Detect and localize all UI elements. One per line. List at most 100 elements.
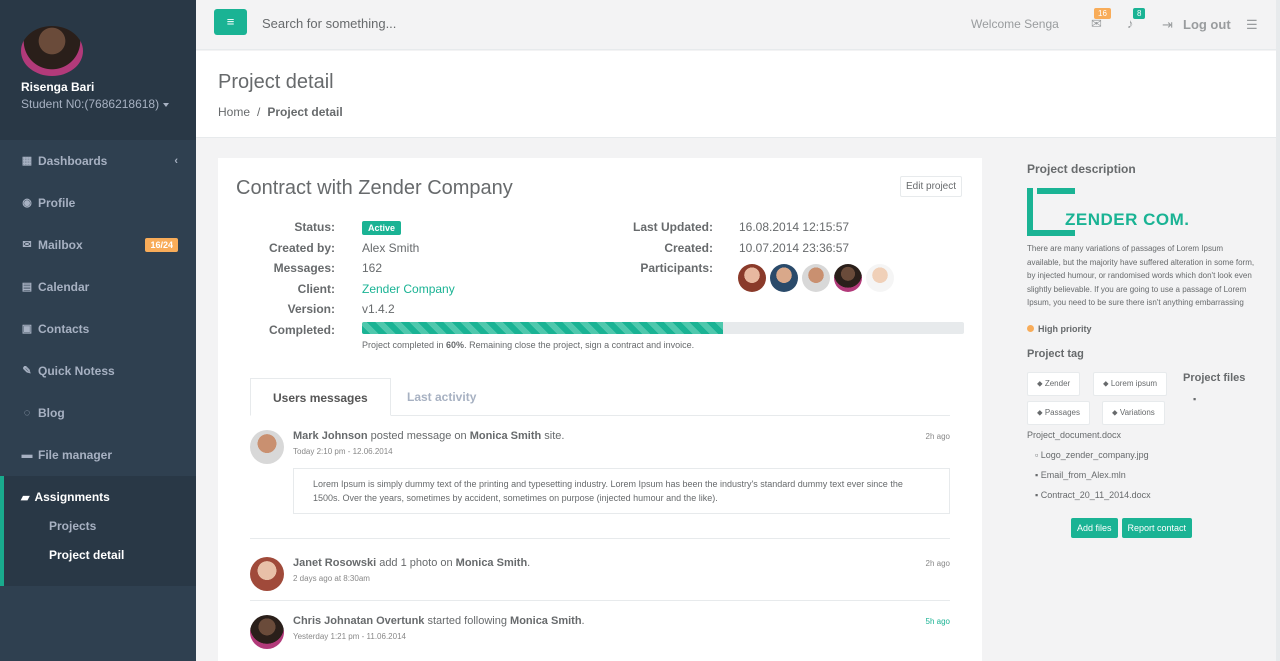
- tag-label: Zender: [1044, 378, 1071, 388]
- file-name: Logo_zender_company.jpg: [1040, 449, 1149, 460]
- feed-time: 2h ago: [925, 559, 950, 568]
- tag-lorem-ipsum[interactable]: ⬥ Lorem ipsum: [1093, 371, 1168, 396]
- add-files-button[interactable]: Add files: [1071, 517, 1118, 538]
- tag-icon: ⬥: [1037, 407, 1045, 417]
- feed-target[interactable]: Monica Smith: [510, 615, 582, 627]
- page-title: Project detail: [218, 71, 334, 93]
- tag-label: Variations: [1119, 407, 1155, 417]
- feed-avatar[interactable]: [250, 615, 284, 649]
- sidebar-item-label: Mailbox: [38, 238, 83, 252]
- participants-list: [738, 264, 894, 292]
- status-label: Status:: [294, 220, 335, 235]
- feed-title: Mark Johnson posted message on Monica Sm…: [293, 430, 950, 442]
- file-name: Email_from_Alex.mln: [1040, 469, 1126, 480]
- participant-avatar[interactable]: [802, 264, 830, 292]
- participant-avatar[interactable]: [738, 264, 766, 292]
- file-item[interactable]: ▪ Contract_20_11_2014.docx: [1027, 490, 1267, 510]
- sidebar-item-assignments[interactable]: ▰ Assignments Projects Project detail: [0, 476, 196, 586]
- last-updated-label: Last Updated:: [632, 220, 713, 235]
- feed-target[interactable]: Monica Smith: [470, 430, 542, 442]
- last-updated-value: 16.08.2014 12:15:57: [739, 220, 850, 235]
- tag-passages[interactable]: ⬥ Passages: [1027, 400, 1090, 425]
- profile-name: Risenga Bari: [21, 80, 95, 94]
- feed-user[interactable]: Chris Johnatan Overtunk: [293, 615, 424, 627]
- feed-tail: site.: [541, 430, 565, 442]
- version-label: Version:: [287, 302, 335, 317]
- file-item[interactable]: ▪ Email_from_Alex.mln: [1027, 470, 1267, 490]
- sidebar-item-blog[interactable]: ◌ Blog: [0, 392, 196, 434]
- feed-target[interactable]: Monica Smith: [456, 557, 528, 569]
- page-heading: Project detail Home / Project detail: [196, 51, 1276, 138]
- participants-label: Participants:: [640, 261, 713, 276]
- envelope-icon: ✉: [22, 239, 32, 251]
- sidebar-item-quick-notes[interactable]: ✎ Quick Notess: [0, 350, 196, 392]
- menu-toggle-button[interactable]: ≡: [214, 9, 247, 35]
- sidebar-item-contacts[interactable]: ▣ Contacts: [0, 308, 196, 350]
- client-link[interactable]: Zender Company: [362, 282, 455, 296]
- sidebar-nav: ▦ Dashboards ‹ ◉ Profile ✉ Mailbox 16/24 ▤ Cal…: [0, 140, 196, 586]
- feed-tabs: Users messages Last activity: [250, 378, 950, 416]
- tag-icon: ⬥: [1103, 378, 1111, 388]
- project-description: There are many variations of passages of…: [1027, 244, 1255, 307]
- messages-value: 162: [362, 261, 383, 276]
- tag-label: Passages: [1044, 407, 1080, 417]
- edit-project-button[interactable]: Edit project: [900, 176, 963, 197]
- report-contact-button[interactable]: Report contact: [1121, 517, 1193, 538]
- message-text: Lorem Ipsum is simply dummy text of the …: [293, 468, 950, 514]
- profile-dropdown[interactable]: Student N0:(7686218618): [21, 97, 196, 111]
- chevron-left-icon: ‹: [174, 155, 178, 167]
- progress-fill: [362, 322, 724, 334]
- participant-avatar[interactable]: [770, 264, 798, 292]
- progress-note-post: . Remaining close the project, sign a co…: [464, 340, 695, 350]
- breadcrumb: Home / Project detail: [218, 105, 343, 119]
- logout-link[interactable]: Log out: [1183, 17, 1231, 32]
- sidebar-item-label: Profile: [38, 196, 76, 210]
- version-value: v1.4.2: [362, 302, 395, 317]
- sidebar-item-mailbox[interactable]: ✉ Mailbox 16/24: [0, 224, 196, 266]
- avatar[interactable]: [21, 26, 83, 76]
- priority-indicator: High priority: [1027, 324, 1267, 334]
- project-sidebar: Project description ZENDER COM. There ar…: [1027, 158, 1267, 538]
- breadcrumb-current: Project detail: [267, 105, 343, 119]
- file-actions: Add files Report contact: [1071, 517, 1267, 538]
- file-item[interactable]: Project_document.docx: [1027, 430, 1267, 450]
- progress-note-pct: 60%: [446, 340, 465, 350]
- logo-text: ZENDER COM.: [1065, 210, 1190, 229]
- sidebar-item-label: Assignments: [34, 490, 110, 504]
- feed-avatar[interactable]: [250, 430, 284, 464]
- notification-count-badge: 8: [1133, 8, 1146, 19]
- file-item[interactable]: ▫ Logo_zender_company.jpg: [1027, 450, 1267, 470]
- tab-last-activity[interactable]: Last activity: [385, 378, 498, 416]
- sidebar-item-file-manager[interactable]: ▬ File manager: [0, 434, 196, 476]
- address-book-icon: ▣: [21, 323, 33, 335]
- tasks-icon[interactable]: ☰: [1246, 17, 1258, 33]
- feed-avatar[interactable]: [250, 557, 284, 591]
- search-input[interactable]: Search for something...: [262, 16, 396, 31]
- sidebar-item-label: Dashboards: [38, 154, 108, 168]
- tag-variations[interactable]: ⬥ Variations: [1102, 400, 1165, 425]
- sidebar-item-assignments-title[interactable]: ▰ Assignments: [21, 490, 196, 504]
- sidebar-item-dashboards[interactable]: ▦ Dashboards ‹: [0, 140, 196, 182]
- progress-note-pre: Project completed in: [362, 340, 447, 350]
- sidebar-item-label: Blog: [38, 406, 65, 420]
- welcome-text: Welcome Senga: [971, 17, 1059, 31]
- scrollbar[interactable]: [1276, 0, 1280, 661]
- breadcrumb-home[interactable]: Home: [218, 105, 250, 119]
- file-name: Contract_20_11_2014.docx: [1040, 489, 1151, 500]
- feed-item: 2h ago Janet Rosowski add 1 photo on Mon…: [250, 539, 950, 601]
- sidebar-item-calendar[interactable]: ▤ Calendar: [0, 266, 196, 308]
- participant-avatar[interactable]: [866, 264, 894, 292]
- feed-user[interactable]: Janet Rosowski: [293, 557, 376, 569]
- sidebar-item-profile[interactable]: ◉ Profile: [0, 182, 196, 224]
- tab-users-messages[interactable]: Users messages: [250, 378, 391, 416]
- participant-avatar[interactable]: [834, 264, 862, 292]
- project-title: Contract with Zender Company: [236, 177, 513, 199]
- message-feed: 2h ago Mark Johnson posted message on Mo…: [250, 418, 950, 661]
- feed-title: Janet Rosowski add 1 photo on Monica Smi…: [293, 557, 950, 569]
- sidebar-subitem-projects[interactable]: Projects: [21, 512, 196, 541]
- sidebar-subitem-project-detail[interactable]: Project detail: [21, 541, 196, 570]
- book-icon: ▰: [21, 491, 30, 504]
- feed-user[interactable]: Mark Johnson: [293, 430, 368, 442]
- tag-zender[interactable]: ⬥ Zender: [1027, 371, 1081, 396]
- file-icon: ▪: [1193, 393, 1197, 404]
